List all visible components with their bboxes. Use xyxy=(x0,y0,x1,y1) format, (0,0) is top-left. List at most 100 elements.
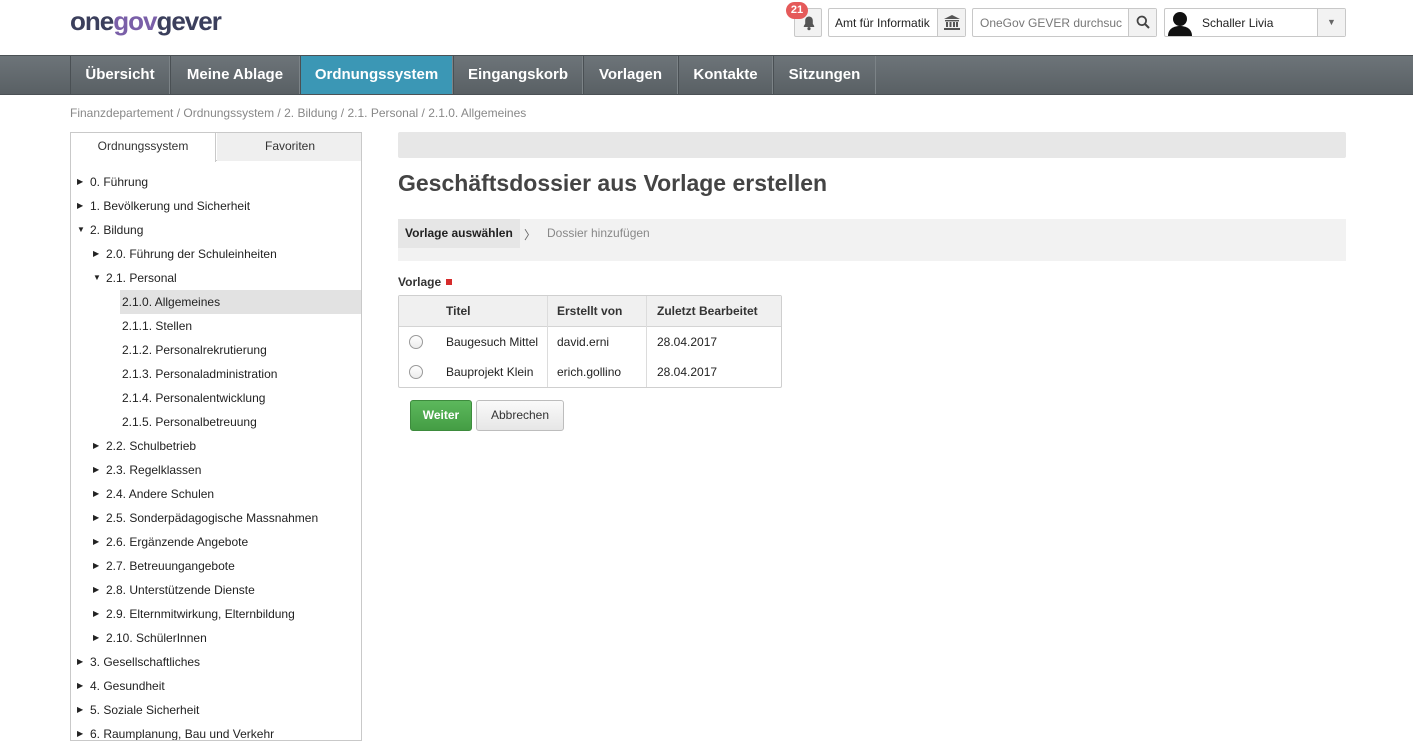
tree-item[interactable]: ▶ 4. Gesundheit xyxy=(71,674,361,698)
template-table: Titel Erstellt von Zuletzt Bearbeitet Ba… xyxy=(398,295,782,388)
caret-right-icon[interactable]: ▶ xyxy=(77,674,83,698)
tree-item[interactable]: ▶ 2.2. Schulbetrieb xyxy=(71,434,361,458)
caret-right-icon[interactable]: ▶ xyxy=(77,650,83,674)
caret-right-icon[interactable]: ▶ xyxy=(93,626,99,650)
column-header-creator[interactable]: Erstellt von xyxy=(557,296,622,327)
breadcrumb[interactable]: Finanzdepartement / Ordnungssystem / 2. … xyxy=(70,106,526,120)
tree-item-label: 2.7. Betreuungangebote xyxy=(106,559,235,573)
tree-item-label: 2.1.5. Personalbetreuung xyxy=(122,415,257,429)
app-logo[interactable]: onegovgever xyxy=(70,6,222,37)
tree-item-label: 2.2. Schulbetrieb xyxy=(106,439,197,453)
table-cell-modified: 28.04.2017 xyxy=(657,335,718,349)
caret-down-icon[interactable]: ▼ xyxy=(77,218,85,242)
tree-item-label: 6. Raumplanung, Bau und Verkehr xyxy=(90,727,275,741)
org-unit-label: Amt für Informatik xyxy=(835,16,930,30)
caret-right-icon[interactable]: ▶ xyxy=(77,194,83,218)
tree-item-label: 2. Bildung xyxy=(90,223,144,237)
tab-favoriten[interactable]: Favoriten xyxy=(217,133,361,161)
caret-right-icon[interactable]: ▶ xyxy=(93,458,99,482)
tree-item-label: 2.6. Ergänzende Angebote xyxy=(106,535,249,549)
tree-item-label: 2.9. Elternmitwirkung, Elternbildung xyxy=(106,607,295,621)
org-unit-button[interactable] xyxy=(937,9,965,36)
notification-badge: 21 xyxy=(786,2,808,19)
tab-ordnungssystem[interactable]: Ordnungssystem xyxy=(71,133,216,162)
column-divider xyxy=(646,296,647,387)
template-radio[interactable] xyxy=(409,335,423,349)
caret-right-icon[interactable]: ▶ xyxy=(93,554,99,578)
column-header-modified[interactable]: Zuletzt Bearbeitet xyxy=(657,296,758,327)
tree-item[interactable]: 2.1.1. Stellen xyxy=(71,314,361,338)
template-radio[interactable] xyxy=(409,365,423,379)
caret-right-icon[interactable]: ▶ xyxy=(93,434,99,458)
tree-item[interactable]: ▶ 1. Bevölkerung und Sicherheit xyxy=(71,194,361,218)
tree-item[interactable]: ▶ 2.6. Ergänzende Angebote xyxy=(71,530,361,554)
institution-icon xyxy=(944,15,960,30)
tree-item[interactable]: ▶ 2.4. Andere Schulen xyxy=(71,482,361,506)
tree-item-label: 2.1.0. Allgemeines xyxy=(122,295,221,309)
tree-item[interactable]: 2.1.5. Personalbetreuung xyxy=(71,410,361,434)
nav-item-vorlagen[interactable]: Vorlagen xyxy=(583,56,678,94)
tree-item-label: 2.1.4. Personalentwicklung xyxy=(122,391,266,405)
tree-item[interactable]: ▼ 2. Bildung xyxy=(71,218,361,242)
tree-item-label: 2.4. Andere Schulen xyxy=(106,487,215,501)
caret-right-icon[interactable]: ▶ xyxy=(93,506,99,530)
page-title: Geschäftsdossier aus Vorlage erstellen xyxy=(398,170,828,196)
tree-item[interactable]: ▼ 2.1. Personal xyxy=(71,266,361,290)
tree-item[interactable]: ▶ 2.8. Unterstützende Dienste xyxy=(71,578,361,602)
caret-right-icon[interactable]: ▶ xyxy=(77,698,83,722)
caret-right-icon[interactable]: ▶ xyxy=(93,578,99,602)
column-header-title[interactable]: Titel xyxy=(446,296,470,327)
wizard-steps: Vorlage auswählen 〉 Dossier hinzufügen xyxy=(398,219,1346,261)
org-unit-selector[interactable]: Amt für Informatik xyxy=(828,8,966,37)
caret-right-icon[interactable]: ▶ xyxy=(93,482,99,506)
caret-right-icon[interactable]: ▶ xyxy=(93,530,99,554)
tree-item[interactable]: 2.1.4. Personalentwicklung xyxy=(71,386,361,410)
tree-item[interactable]: ▶ 2.9. Elternmitwirkung, Elternbildung xyxy=(71,602,361,626)
tree-item[interactable]: ▶ 2.3. Regelklassen xyxy=(71,458,361,482)
tree-item[interactable]: ▶ 2.5. Sonderpädagogische Massnahmen xyxy=(71,506,361,530)
tree-item[interactable]: ▶ 2.7. Betreuungangebote xyxy=(71,554,361,578)
tree-item[interactable]: ▶ 3. Gesellschaftliches xyxy=(71,650,361,674)
column-divider xyxy=(547,296,548,387)
chevron-down-icon[interactable]: ▼ xyxy=(1317,9,1345,36)
wizard-step-add-dossier: Dossier hinzufügen xyxy=(547,226,650,240)
main-nav: Übersicht Meine Ablage Ordnungssystem Ei… xyxy=(0,55,1413,95)
nav-item-sitzungen[interactable]: Sitzungen xyxy=(773,56,876,94)
caret-down-icon[interactable]: ▼ xyxy=(93,266,101,290)
user-menu[interactable]: Schaller Livia ▼ xyxy=(1164,8,1346,37)
tree-item[interactable]: ▶ 2.0. Führung der Schuleinheiten xyxy=(71,242,361,266)
sidebar-tabs: Ordnungssystem Favoriten xyxy=(71,133,361,162)
nav-item-meine-ablage[interactable]: Meine Ablage xyxy=(170,56,300,94)
tree-item-label: 2.1.1. Stellen xyxy=(122,319,193,333)
tree-item[interactable]: 2.1.3. Personaladministration xyxy=(71,362,361,386)
tree-item-label: 2.3. Regelklassen xyxy=(106,463,202,477)
tree-item-label: 2.0. Führung der Schuleinheiten xyxy=(106,247,277,261)
logo-part-gov: gov xyxy=(113,6,157,36)
tree-item-label: 2.8. Unterstützende Dienste xyxy=(106,583,255,597)
tree-navigation: ▶ 0. Führung ▶ 1. Bevölkerung und Sicherhei… xyxy=(71,170,361,741)
nav-item-eingangskorb[interactable]: Eingangskorb xyxy=(453,56,583,94)
wizard-step-select-template: Vorlage auswählen xyxy=(398,219,520,248)
search-button[interactable] xyxy=(1128,9,1156,36)
caret-right-icon[interactable]: ▶ xyxy=(93,242,99,266)
nav-item-uebersicht[interactable]: Übersicht xyxy=(70,56,170,94)
nav-item-kontakte[interactable]: Kontakte xyxy=(678,56,773,94)
tree-item[interactable]: 2.1.0. Allgemeines xyxy=(120,290,361,314)
tree-item[interactable]: ▶ 6. Raumplanung, Bau und Verkehr xyxy=(71,722,361,741)
cancel-button[interactable]: Abbrechen xyxy=(476,400,564,431)
caret-right-icon[interactable]: ▶ xyxy=(77,170,83,194)
search-input[interactable] xyxy=(973,9,1129,36)
tree-item[interactable]: ▶ 5. Soziale Sicherheit xyxy=(71,698,361,722)
user-avatar-icon xyxy=(1168,12,1192,36)
tree-item[interactable]: ▶ 0. Führung xyxy=(71,170,361,194)
logo-part-one: one xyxy=(70,6,114,36)
tree-item[interactable]: ▶ 2.10. SchülerInnen xyxy=(71,626,361,650)
caret-right-icon[interactable]: ▶ xyxy=(77,722,83,740)
template-label-text: Vorlage xyxy=(398,275,442,289)
tree-item-label: 2.5. Sonderpädagogische Massnahmen xyxy=(106,511,319,525)
tree-item-label: 3. Gesellschaftliches xyxy=(90,655,201,669)
nav-item-ordnungssystem[interactable]: Ordnungssystem xyxy=(300,56,453,94)
tree-item[interactable]: 2.1.2. Personalrekrutierung xyxy=(71,338,361,362)
continue-button[interactable]: Weiter xyxy=(410,400,472,431)
caret-right-icon[interactable]: ▶ xyxy=(93,602,99,626)
